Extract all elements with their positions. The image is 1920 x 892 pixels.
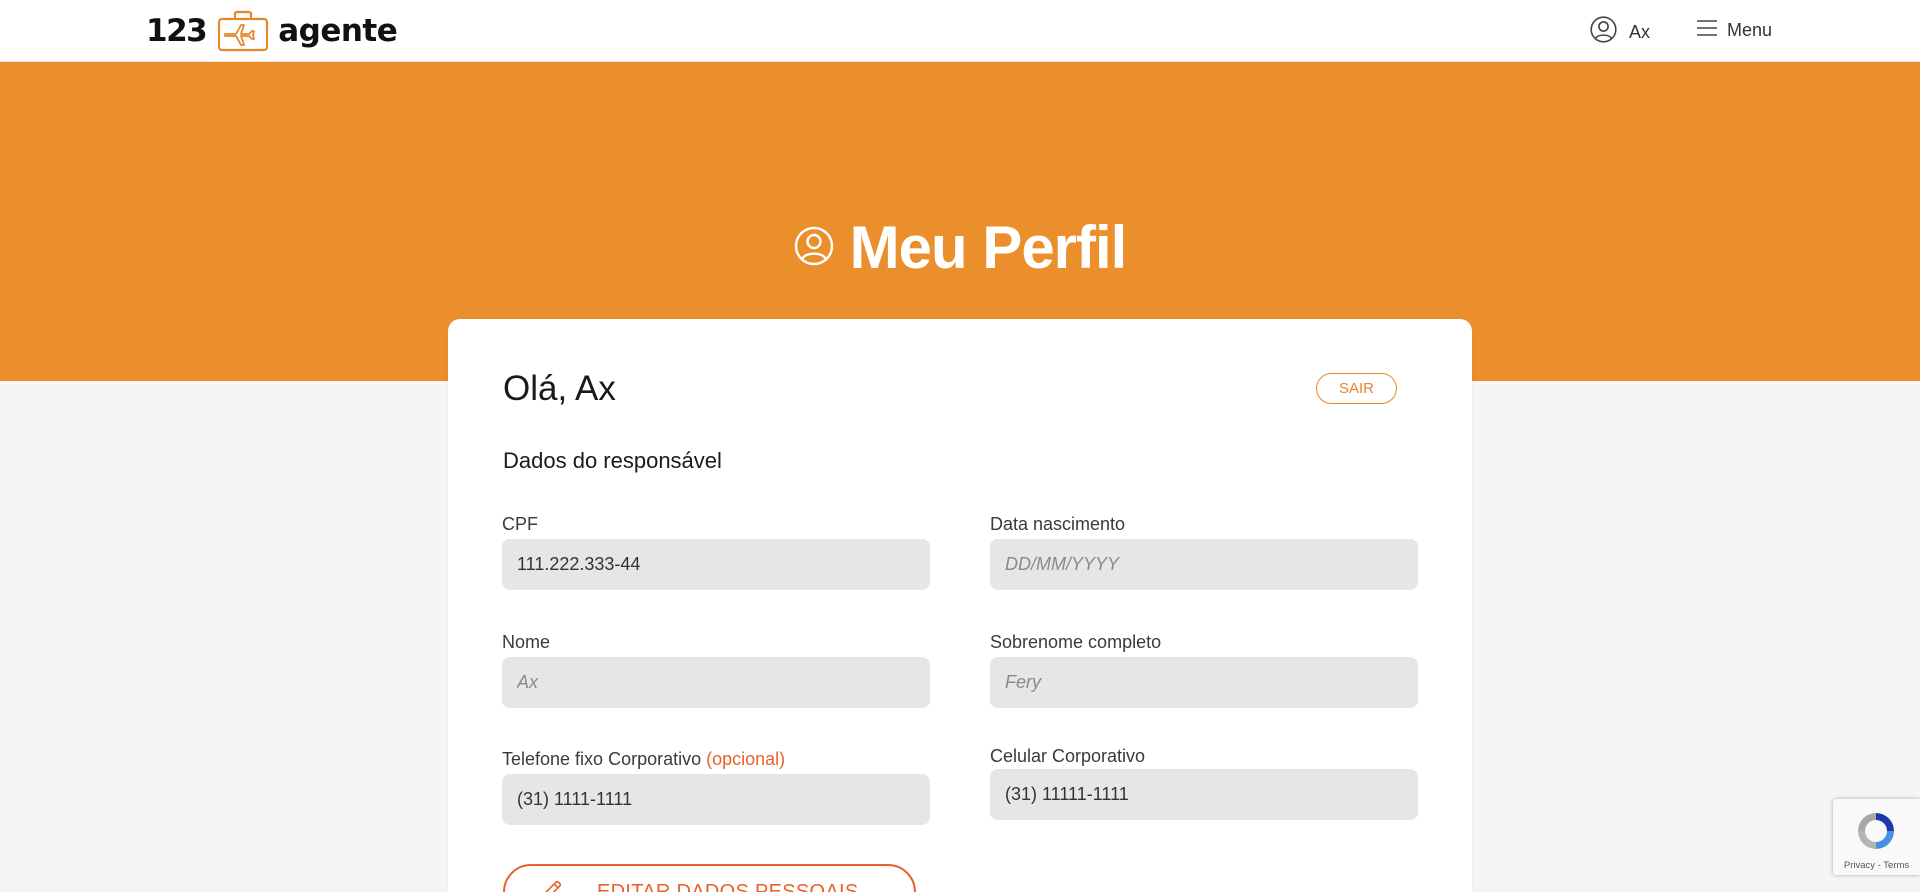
landline-label-text: Telefone fixo Corporativo <box>502 749 702 769</box>
landline-field[interactable] <box>502 774 930 825</box>
user-circle-icon <box>1590 16 1617 48</box>
cpf-label: CPF <box>502 514 538 534</box>
user-name: Ax <box>1629 21 1651 42</box>
first-name-label: Nome <box>502 632 551 652</box>
edit-button-label: EDITAR DADOS PESSOAIS <box>597 880 859 892</box>
menu-button[interactable]: Menu <box>1697 19 1772 42</box>
logout-button[interactable]: SAIR <box>1316 373 1397 404</box>
logo-number: 123 <box>146 13 208 49</box>
mobile-label: Celular Corporativo <box>990 746 1146 766</box>
brand-logo[interactable]: 123 agente <box>146 10 398 52</box>
user-account-link[interactable]: Ax <box>1590 16 1650 48</box>
greeting-heading: Olá, Ax <box>503 369 616 408</box>
banner-heading: Meu Perfil <box>0 210 1920 286</box>
optional-tag: (opcional) <box>706 749 786 769</box>
birth-date-label: Data nascimento <box>990 514 1126 534</box>
hamburger-icon <box>1697 19 1717 42</box>
recaptcha-badge[interactable]: Privacy - Terms <box>1833 799 1920 875</box>
cpf-field[interactable] <box>502 539 930 590</box>
last-name-label: Sobrenome completo <box>990 632 1162 652</box>
birth-date-field[interactable] <box>990 539 1418 590</box>
mobile-field[interactable] <box>990 769 1418 820</box>
edit-personal-data-button[interactable]: EDITAR DADOS PESSOAIS <box>503 864 916 892</box>
suitcase-plane-icon <box>216 10 270 52</box>
landline-label: Telefone fixo Corporativo (opcional) <box>502 748 785 770</box>
page-title: Meu Perfil <box>849 214 1128 281</box>
first-name-field[interactable] <box>502 657 930 708</box>
logo-word: agente <box>278 13 398 49</box>
recaptcha-links[interactable]: Privacy - Terms <box>1833 860 1920 871</box>
pencil-icon <box>541 879 563 892</box>
section-title: Dados do responsável <box>503 448 722 473</box>
profile-card: Olá, Ax SAIR Dados do responsável CPF Da… <box>448 319 1472 892</box>
last-name-field[interactable] <box>990 657 1418 708</box>
recaptcha-icon <box>1853 808 1899 859</box>
menu-label: Menu <box>1727 20 1773 40</box>
profile-user-icon <box>794 226 834 271</box>
top-navbar: 123 agente Ax Menu <box>0 0 1920 62</box>
